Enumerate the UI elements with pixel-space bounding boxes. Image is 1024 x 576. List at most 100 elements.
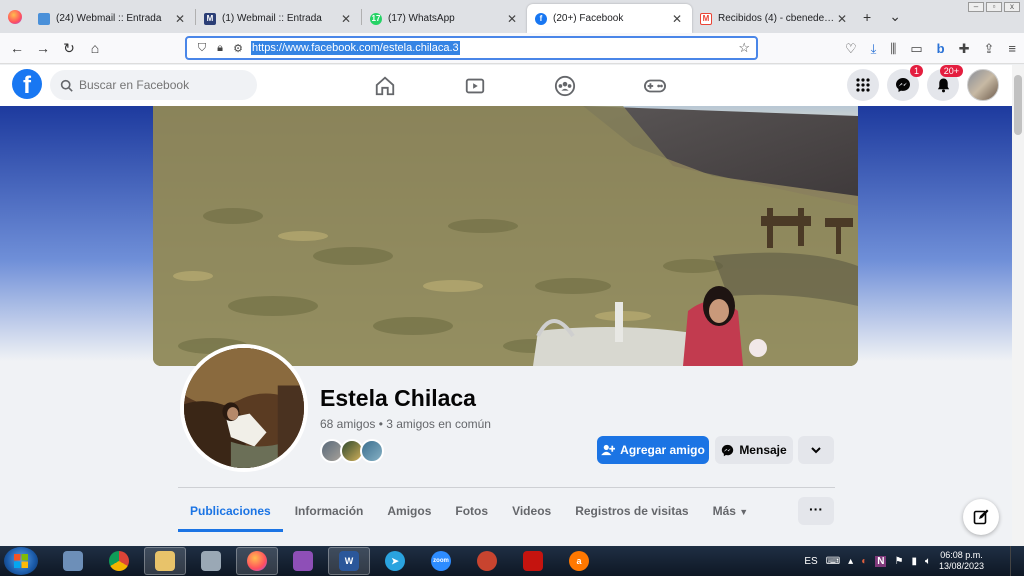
close-window-icon[interactable]: x [1004, 2, 1020, 12]
new-message-button[interactable] [963, 499, 999, 535]
profile-picture[interactable] [180, 344, 308, 472]
scrollbar-thumb[interactable] [1014, 75, 1022, 135]
url-text[interactable]: https://www.facebook.com/estela.chilaca.… [251, 41, 460, 55]
avast-icon: a [569, 551, 589, 571]
keyboard-icon[interactable]: ⌨ [826, 556, 840, 567]
windows-taskbar: W ➤ zoom a ES ⌨ ▴ ◐ N ⚑ ▮ 🔈︎ 06:08 p.m. … [0, 546, 1024, 576]
browser-tab-whatsapp[interactable]: 17 (17) WhatsApp ✕ [362, 4, 527, 33]
menu-icon[interactable]: ≡ [1008, 41, 1016, 56]
back-icon[interactable]: ← [4, 40, 30, 56]
close-tab-icon[interactable]: ✕ [505, 12, 519, 26]
taskbar-avast[interactable]: a [558, 547, 600, 575]
close-tab-icon[interactable]: ✕ [835, 12, 849, 26]
chrome-icon [109, 551, 129, 571]
nav-groups[interactable] [520, 65, 610, 106]
permissions-icon[interactable]: ⚙ [229, 42, 247, 55]
notifications-button[interactable]: 20+ [927, 65, 963, 101]
firefox-menu-icon[interactable] [0, 0, 30, 33]
menu-grid-button[interactable] [847, 69, 879, 101]
taskbar-acrobat[interactable] [512, 547, 554, 575]
shield-icon[interactable]: ⛉ [193, 42, 211, 55]
tab-registros-de-visitas[interactable]: Registros de visitas [563, 492, 700, 532]
taskbar-clock[interactable]: 06:08 p.m. 13/08/2023 [939, 550, 984, 572]
profile-more-button[interactable]: ··· [798, 497, 834, 525]
action-center-icon[interactable]: ⚑ [894, 556, 903, 567]
taskbar-calculator[interactable] [52, 547, 94, 575]
facebook-logo-icon[interactable]: f [12, 69, 42, 99]
taskbar-zoom[interactable]: zoom [420, 547, 462, 575]
browser-tab-facebook[interactable]: f (20+) Facebook ✕ [527, 4, 692, 33]
taskbar-chrome[interactable] [98, 547, 140, 575]
message-label: Mensaje [739, 443, 787, 457]
browser-tab-strip: (24) Webmail :: Entrada ✕ M (1) Webmail … [0, 0, 1024, 33]
window-controls: – ▫ x [968, 2, 1020, 12]
taskbar-winrar[interactable] [282, 547, 324, 575]
lock-icon[interactable]: 🔒︎ [211, 42, 229, 55]
taskbar-scanner[interactable] [190, 547, 232, 575]
language-indicator[interactable]: ES [804, 556, 817, 567]
tab-title: (20+) Facebook [553, 13, 624, 24]
browser-tab-gmail[interactable]: M Recibidos (4) - cbenedetto4@ ✕ [692, 4, 857, 33]
bing-icon[interactable]: b [937, 41, 945, 56]
tab-amigos[interactable]: Amigos [375, 492, 443, 532]
new-tab-icon[interactable]: + [863, 9, 871, 25]
tab-fotos[interactable]: Fotos [443, 492, 500, 532]
taskbar-firefox[interactable] [236, 547, 278, 575]
nav-watch[interactable] [430, 65, 520, 106]
show-hidden-icons-icon[interactable]: ▴ [848, 556, 853, 567]
facebook-header: f 1 20+ [0, 65, 1024, 106]
whatsapp-icon: 17 [370, 12, 382, 25]
mutual-friend-avatar[interactable] [360, 439, 384, 463]
forward-icon[interactable]: → [30, 40, 56, 56]
bell-icon [937, 78, 949, 93]
bookmark-star-icon[interactable]: ☆ [738, 40, 750, 56]
close-tab-icon[interactable]: ✕ [173, 12, 187, 26]
start-button[interactable] [4, 547, 38, 575]
url-bar[interactable]: ⛉ 🔒︎ ⚙ https://www.facebook.com/estela.c… [185, 36, 758, 60]
nav-home[interactable] [340, 65, 430, 106]
more-options-button[interactable] [798, 436, 834, 464]
list-all-tabs-icon[interactable]: ⌄ [889, 8, 901, 25]
tab-informacion[interactable]: Información [283, 492, 376, 532]
video-icon [465, 78, 485, 93]
minimize-icon[interactable]: – [968, 2, 984, 12]
friends-count[interactable]: 68 amigos • 3 amigos en común [320, 417, 491, 431]
messenger-button[interactable]: 1 [887, 65, 923, 101]
tab-actions: + ⌄ [863, 0, 901, 33]
account-avatar[interactable] [967, 69, 999, 101]
pocket-icon[interactable]: ♡ [845, 41, 857, 57]
extensions-icon[interactable]: ✚ [959, 41, 970, 57]
network-icon[interactable]: ▮ [911, 556, 917, 567]
taskbar-word[interactable]: W [328, 547, 370, 575]
home-icon[interactable]: ⌂ [82, 40, 108, 56]
show-desktop-button[interactable] [1010, 546, 1024, 576]
tab-videos[interactable]: Videos [500, 492, 563, 532]
library-icon[interactable]: ⫼ [890, 41, 896, 57]
chevron-down-icon [811, 446, 821, 453]
close-tab-icon[interactable]: ✕ [339, 12, 353, 26]
downloads-icon[interactable]: ⤓ [871, 41, 877, 57]
sidebar-icon[interactable]: ▭ [910, 41, 922, 57]
tab-publicaciones[interactable]: Publicaciones [178, 492, 283, 532]
volume-icon[interactable]: 🔈︎ [925, 556, 931, 567]
taskbar-telegram[interactable]: ➤ [374, 547, 416, 575]
search-input[interactable] [79, 78, 249, 92]
facebook-search[interactable] [50, 70, 257, 100]
browser-tab-webmail-1[interactable]: (24) Webmail :: Entrada ✕ [30, 4, 195, 33]
nav-gaming[interactable] [610, 65, 700, 106]
share-icon[interactable]: ⇪ [984, 41, 995, 57]
page-scrollbar[interactable] [1012, 65, 1024, 546]
onenote-tray-icon[interactable]: N [875, 555, 887, 567]
restore-icon[interactable]: ▫ [986, 2, 1002, 12]
browser-tab-webmail-2[interactable]: M (1) Webmail :: Entrada ✕ [196, 4, 361, 33]
ccleaner-tray-icon[interactable]: ◐ [861, 556, 867, 567]
taskbar-file-explorer[interactable] [144, 547, 186, 575]
clock-date: 13/08/2023 [938, 561, 984, 571]
message-button[interactable]: Mensaje [715, 436, 793, 464]
tab-mas[interactable]: Más ▼ [701, 492, 761, 532]
cover-photo[interactable] [153, 106, 858, 366]
reload-icon[interactable]: ↻ [56, 40, 82, 57]
close-tab-icon[interactable]: ✕ [670, 12, 684, 26]
add-friend-button[interactable]: Agregar amigo [597, 436, 709, 464]
taskbar-ccleaner[interactable] [466, 547, 508, 575]
